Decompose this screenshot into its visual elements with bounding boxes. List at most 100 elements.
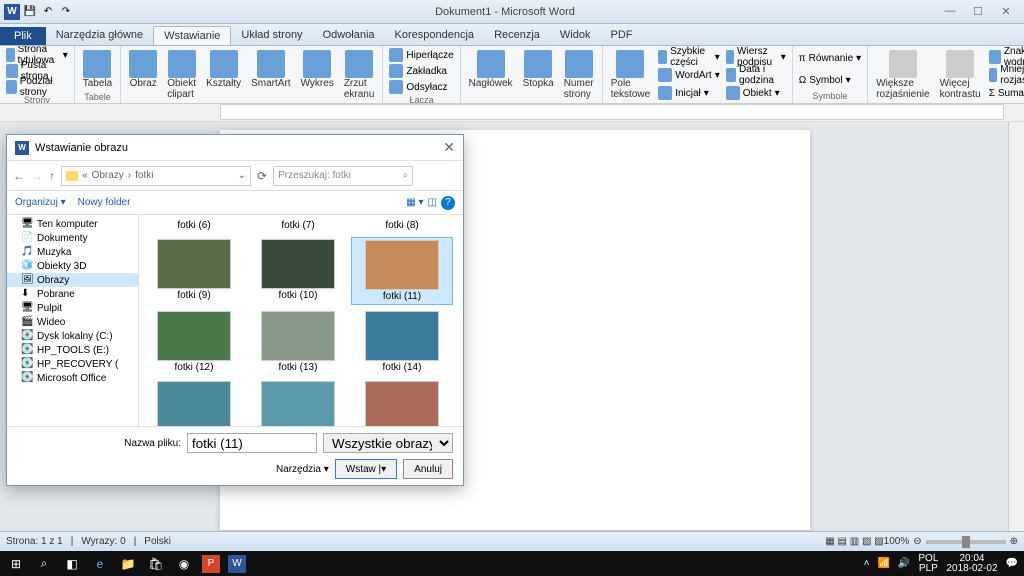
szybkie-czesci-button[interactable]: Szybkie części ▾ <box>656 50 722 64</box>
file-item[interactable]: fotki (9) <box>143 237 245 305</box>
view-icon[interactable]: ▦ ▾ <box>406 197 423 208</box>
new-folder-button[interactable]: Nowy folder <box>78 197 131 208</box>
cancel-button[interactable]: Anuluj <box>403 459 453 479</box>
tree-item-microsoft-office[interactable]: 💽Microsoft Office <box>7 371 138 385</box>
word-taskbar-icon[interactable]: W <box>228 555 246 573</box>
tree-item-hp-tools-e-[interactable]: 💽HP_TOOLS (E:) <box>7 343 138 357</box>
obiekt-button[interactable]: Obiekt ▾ <box>724 86 788 100</box>
znak-wodny-button[interactable]: Znak wodny ▾ <box>987 50 1024 64</box>
powerpoint-icon[interactable]: P <box>202 555 220 573</box>
edge-icon[interactable]: e <box>90 554 110 574</box>
smartart-button[interactable]: SmartArt <box>247 48 294 102</box>
tab-odwołania[interactable]: Odwołania <box>313 26 385 45</box>
mniejsze-rozjasnienie-button[interactable]: Mniejsze rozjaśnienie <box>987 68 1024 82</box>
search-input[interactable]: Przeszukaj: fotki ⌕ <box>273 166 413 186</box>
file-item[interactable]: fotki (6) <box>143 217 245 233</box>
tree-item-ten-komputer[interactable]: 🖥Ten komputer <box>7 217 138 231</box>
tree-item-dokumenty[interactable]: 📄Dokumenty <box>7 231 138 245</box>
tab-file[interactable]: Plik <box>0 27 46 45</box>
close-button[interactable]: ✕ <box>996 5 1016 18</box>
data-godzina-button[interactable]: Data i godzina <box>724 68 788 82</box>
tree-item-pulpit[interactable]: 🖥Pulpit <box>7 301 138 315</box>
kształty-button[interactable]: Kształty <box>202 48 245 102</box>
file-item[interactable]: fotki (16) <box>247 379 349 426</box>
file-item[interactable]: fotki (7) <box>247 217 349 233</box>
language-status[interactable]: Polski <box>144 536 171 547</box>
tab-widok[interactable]: Widok <box>550 26 601 45</box>
tree-item-wideo[interactable]: 🎬Wideo <box>7 315 138 329</box>
nagłówek-button[interactable]: Nagłówek <box>465 48 517 102</box>
tab-recenzja[interactable]: Recenzja <box>484 26 550 45</box>
wiersz-podpisu-button[interactable]: Wiersz podpisu ▾ <box>724 50 788 64</box>
page-status[interactable]: Strona: 1 z 1 <box>6 536 63 547</box>
tree-item-pobrane[interactable]: ⬇Pobrane <box>7 287 138 301</box>
organize-button[interactable]: Organizuj ▾ <box>15 197 66 208</box>
wordart-button[interactable]: WordArt ▾ <box>656 68 722 82</box>
podzial-strony-button[interactable]: Podział strony <box>4 80 70 94</box>
odsylacz-button[interactable]: Odsyłacz <box>387 80 455 94</box>
view-buttons[interactable]: ▦ ▤ ▥ ▧ ▨ <box>825 536 883 547</box>
suma-button[interactable]: Σ Suma <box>987 86 1024 100</box>
file-list[interactable]: fotki (6)fotki (7)fotki (8)fotki (9)fotk… <box>139 215 463 426</box>
file-item[interactable]: fotki (13) <box>247 309 349 375</box>
nav-forward-button[interactable]: → <box>31 169 43 183</box>
tab-narzędzia-główne[interactable]: Narzędzia główne <box>46 26 153 45</box>
explorer-icon[interactable]: 📁 <box>118 554 138 574</box>
refresh-icon[interactable]: ⟳ <box>257 169 267 183</box>
start-button[interactable]: ⊞ <box>6 554 26 574</box>
system-tray[interactable]: ˄ 📶 🔊 POL PLP 20:04 2018-02-02 💬 <box>864 554 1018 574</box>
notifications-icon[interactable]: 💬 <box>1006 558 1018 569</box>
file-filter-select[interactable]: Wszystkie obrazy <box>323 433 453 453</box>
redo-icon[interactable]: ↷ <box>58 4 74 20</box>
file-item[interactable]: fotki (15) <box>143 379 245 426</box>
tree-item-obrazy[interactable]: 🖼Obrazy <box>7 273 138 287</box>
tab-wstawianie[interactable]: Wstawianie <box>153 26 231 45</box>
nav-up-button[interactable]: ↑ <box>49 169 55 183</box>
undo-icon[interactable]: ↶ <box>40 4 56 20</box>
tray-up-icon[interactable]: ˄ <box>864 558 870 569</box>
tree-item-muzyka[interactable]: 🎵Muzyka <box>7 245 138 259</box>
maximize-button[interactable]: ☐ <box>968 5 988 18</box>
tree-item-dysk-lokalny-c-[interactable]: 💽Dysk lokalny (C:) <box>7 329 138 343</box>
obraz-button[interactable]: Obraz <box>125 48 161 102</box>
dialog-close-button[interactable]: ✕ <box>443 139 455 156</box>
filename-input[interactable] <box>187 433 317 453</box>
task-view-icon[interactable]: ◧ <box>62 554 82 574</box>
insert-button[interactable]: Wstaw |▾ <box>335 459 397 479</box>
inicjal-button[interactable]: Inicjał ▾ <box>656 86 722 100</box>
wieksze-rozjasnienie-button[interactable]: Większe rozjaśnienie <box>872 48 933 102</box>
obiekt-clipart-button[interactable]: Obiekt clipart <box>163 48 200 102</box>
nav-back-button[interactable]: ← <box>13 169 25 183</box>
numer-strony-button[interactable]: Numer strony <box>560 48 598 102</box>
folder-tree[interactable]: 🖥Ten komputer📄Dokumenty🎵Muzyka🧊Obiekty 3… <box>7 215 139 426</box>
store-icon[interactable]: 🛍 <box>146 554 166 574</box>
symbol-button[interactable]: Ω Symbol ▾ <box>797 73 863 87</box>
file-item[interactable]: fotki (10) <box>247 237 349 305</box>
tree-item-obiekty-3d[interactable]: 🧊Obiekty 3D <box>7 259 138 273</box>
minimize-button[interactable]: — <box>940 5 960 18</box>
tree-item-hp-recovery-[interactable]: 💽HP_RECOVERY ( <box>7 357 138 371</box>
breadcrumb[interactable]: « Obrazy› fotki ⌄ <box>61 166 251 186</box>
hiperlacze-button[interactable]: Hiperłącze <box>387 48 455 62</box>
vertical-scrollbar[interactable] <box>1008 122 1024 551</box>
chrome-icon[interactable]: ◉ <box>174 554 194 574</box>
search-icon[interactable]: ⌕ <box>34 554 54 574</box>
zoom-control[interactable]: 100% ⊖ ⊕ <box>884 536 1018 547</box>
wykres-button[interactable]: Wykres <box>297 48 338 102</box>
file-item[interactable]: fotki (8) <box>351 217 453 233</box>
rownanie-button[interactable]: π Równanie ▾ <box>797 51 863 65</box>
volume-icon[interactable]: 🔊 <box>898 558 910 569</box>
zakladka-button[interactable]: Zakładka <box>387 64 455 78</box>
save-icon[interactable]: 💾 <box>22 4 38 20</box>
wiecej-kontrastu-button[interactable]: Więcej kontrastu <box>936 48 985 102</box>
word-count[interactable]: Wyrazy: 0 <box>81 536 125 547</box>
stopka-button[interactable]: Stopka <box>519 48 558 102</box>
network-icon[interactable]: 📶 <box>877 558 889 569</box>
tab-układ-strony[interactable]: Układ strony <box>231 26 312 45</box>
preview-icon[interactable]: ◫ <box>428 197 437 208</box>
help-icon[interactable]: ? <box>441 196 455 210</box>
file-item[interactable]: fotki (14) <box>351 309 453 375</box>
tab-pdf[interactable]: PDF <box>600 26 642 45</box>
tools-button[interactable]: Narzędzia ▾ <box>276 464 329 475</box>
file-item[interactable]: fotki (12) <box>143 309 245 375</box>
